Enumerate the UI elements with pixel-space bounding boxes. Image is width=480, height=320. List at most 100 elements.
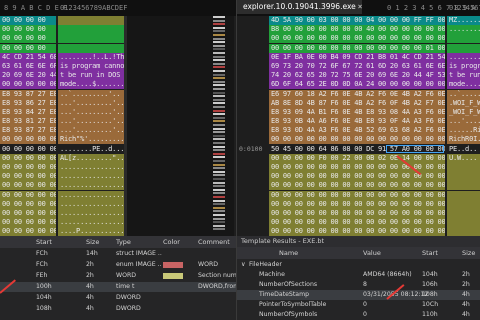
minimap-strip[interactable] bbox=[213, 16, 225, 236]
hex-row[interactable]: E8 93 0D 4A A3 F6 0E 4B 52 69 63 68 A2 F… bbox=[237, 126, 480, 136]
hex-bytes[interactable]: E8 93 87 27 E8 bbox=[0, 126, 56, 136]
hex-bytes[interactable]: 00 00 00 00 00 00 00 00 00 00 00 00 00 0… bbox=[269, 190, 445, 200]
template-row[interactable]: NumberOfSymbols 0 110h 4h bbox=[237, 310, 480, 320]
hex-row[interactable]: 00 00 00 00 00 00 00 00 00 00 00 00 00 0… bbox=[237, 181, 480, 191]
hex-bytes[interactable]: 00 00 00 00 00 bbox=[0, 227, 56, 236]
ascii-text[interactable]: ................ bbox=[58, 190, 124, 200]
hex-row[interactable]: 00 00 00 00 00 00 00 00 00 00 00 00 00 0… bbox=[237, 227, 480, 236]
ascii-text[interactable]: U.W.... bbox=[447, 153, 480, 163]
hex-bytes[interactable]: 74 20 62 65 20 72 75 6E 20 69 6E 20 44 4… bbox=[269, 71, 445, 81]
hex-bytes[interactable]: 00 00 00 00 00 bbox=[0, 135, 56, 145]
hex-bytes[interactable]: 00 00 00 00 00 00 00 00 00 00 00 00 00 0… bbox=[269, 208, 445, 218]
ascii-text[interactable]: ........!..L.!Th bbox=[58, 52, 124, 62]
hex-row[interactable]: 00 00 00 00 00 00 00 00 00 00 00 00 00 0… bbox=[237, 208, 480, 218]
ascii-text[interactable]: ...'.........'.. bbox=[58, 117, 124, 127]
hex-row[interactable]: 00 00 00 00 F0 00 22 00 0B 02 0E 14 00 0… bbox=[237, 153, 480, 163]
hex-bytes[interactable]: 69 73 20 70 72 6F 67 72 61 6D 20 63 61 6… bbox=[269, 61, 445, 71]
hex-bytes[interactable]: 00 00 00 00 bbox=[0, 43, 56, 53]
hex-bytes[interactable]: 00 00 00 00 00 bbox=[0, 190, 56, 200]
col-type[interactable]: Type bbox=[116, 236, 131, 248]
ascii-text[interactable] bbox=[447, 34, 480, 44]
hex-row[interactable]: 6D 6F 64 65 2E 0D 0D 0A 24 00 00 00 00 0… bbox=[237, 80, 480, 90]
ascii-text[interactable]: Rich"%'......... bbox=[58, 135, 124, 145]
hex-row[interactable]: E6 97 60 18 A2 F6 0E 4B A2 F6 0E 4B A2 F… bbox=[237, 89, 480, 99]
right-hex-rows[interactable]: 4D 5A 90 00 03 00 00 00 04 00 00 00 FF F… bbox=[237, 16, 480, 236]
ascii-text[interactable]: .WOI_F_WOI.. bbox=[447, 98, 480, 108]
ascii-text[interactable]: ...'.......'.. bbox=[447, 117, 480, 127]
ascii-text[interactable] bbox=[58, 16, 124, 25]
compare-row[interactable]: 104h 4h DWORD bbox=[0, 293, 236, 303]
col-comment[interactable]: Comment bbox=[198, 236, 230, 248]
hex-bytes[interactable]: 00 00 00 00 00 00 00 00 00 00 00 00 00 0… bbox=[269, 227, 445, 236]
hex-bytes[interactable]: E8 93 09 4A B1 F6 0E 4B E8 93 08 4A A3 F… bbox=[269, 107, 445, 117]
hex-row[interactable]: 00 00 00 00 00 00 00 00 00 00 00 00 00 0… bbox=[237, 135, 480, 145]
ascii-text[interactable]: is program canno bbox=[58, 61, 124, 71]
close-tab-icon[interactable]: × bbox=[355, 2, 365, 12]
hex-bytes[interactable]: 63 61 6E 6E 6F bbox=[0, 61, 56, 71]
hex-bytes[interactable]: 00 00 00 00 00 bbox=[0, 163, 56, 172]
hex-row[interactable]: 0E 1F BA 0E 00 B4 09 CD 21 B8 01 4C CD 2… bbox=[237, 52, 480, 62]
hex-row[interactable]: E8 93 09 4A B1 F6 0E 4B E8 93 08 4A A3 F… bbox=[237, 107, 480, 117]
ascii-text[interactable]: t be run in DOS bbox=[58, 71, 124, 81]
hex-bytes[interactable]: 00 00 00 00 00 00 00 00 00 00 00 00 00 0… bbox=[269, 199, 445, 209]
ascii-text[interactable] bbox=[447, 181, 480, 191]
ascii-text[interactable]: PE..d.. bbox=[447, 144, 480, 154]
hex-bytes[interactable]: E8 93 0D 4A A3 F6 0E 4B 52 69 63 68 A2 F… bbox=[269, 126, 445, 136]
hex-bytes[interactable]: 00 00 00 00 00 bbox=[0, 181, 56, 191]
ascii-text[interactable] bbox=[447, 43, 480, 53]
ascii-text[interactable]: is program canno bbox=[447, 61, 480, 71]
hex-bytes[interactable]: 00 00 00 00 bbox=[0, 16, 56, 25]
hex-bytes[interactable]: 00 00 00 00 00 bbox=[0, 80, 56, 90]
ascii-text[interactable]: ........PE..d... bbox=[58, 144, 124, 154]
ascii-text[interactable]: ................ bbox=[58, 208, 124, 218]
hex-row[interactable]: 69 73 20 70 72 6F 67 72 61 6D 20 63 61 6… bbox=[237, 61, 480, 71]
compare-row[interactable]: 100h 4h time t DWORD,from 01/01/1970 bbox=[0, 282, 236, 292]
expand-caret-icon[interactable]: ∨ bbox=[241, 260, 246, 270]
col-value[interactable]: Value bbox=[363, 247, 381, 259]
hex-row[interactable]: 00 00 00 00 00 00 00 00 00 00 00 00 00 0… bbox=[237, 172, 480, 182]
ascii-text[interactable] bbox=[447, 199, 480, 209]
hex-bytes[interactable]: E8 93 87 27 E8 bbox=[0, 89, 56, 99]
hex-bytes[interactable]: 4C CD 21 54 68 bbox=[0, 52, 56, 62]
ascii-text[interactable]: ........!..L.!Th bbox=[447, 52, 480, 62]
hex-row[interactable]: 00 00 00 00 00 00 00 00 00 00 00 00 00 0… bbox=[237, 190, 480, 200]
ascii-text[interactable]: mode....$....... bbox=[58, 80, 124, 90]
hex-bytes[interactable]: 00 00 00 00 00 bbox=[0, 218, 56, 228]
ascii-text[interactable] bbox=[447, 163, 480, 172]
ascii-text[interactable]: ........@..... bbox=[447, 25, 480, 35]
ascii-text[interactable] bbox=[447, 208, 480, 218]
hex-bytes[interactable]: 20 69 6E 20 44 bbox=[0, 71, 56, 81]
hex-bytes[interactable]: 00 00 00 00 00 bbox=[0, 153, 56, 163]
hex-bytes[interactable]: 00 00 00 00 bbox=[0, 34, 56, 44]
ascii-text[interactable]: AL[z.........".... bbox=[58, 153, 124, 163]
hex-bytes[interactable]: 00 00 00 00 00 00 00 00 00 00 00 00 00 0… bbox=[269, 135, 445, 145]
col-start[interactable]: Start bbox=[422, 247, 438, 259]
hex-bytes[interactable]: 00 00 00 00 00 bbox=[0, 144, 56, 154]
hex-row[interactable]: 00 00 00 00 00 00 00 00 00 00 00 00 00 0… bbox=[237, 34, 480, 44]
ascii-text[interactable]: ................ bbox=[58, 218, 124, 228]
hex-bytes[interactable]: 00 00 00 00 00 bbox=[0, 172, 56, 182]
ascii-text[interactable] bbox=[447, 190, 480, 200]
ascii-text[interactable]: ......Rich.. bbox=[447, 126, 480, 136]
ascii-text[interactable]: ....P........... bbox=[58, 227, 124, 236]
ascii-text[interactable]: ..`.....K...K bbox=[447, 89, 480, 99]
col-name[interactable]: Name bbox=[279, 247, 298, 259]
col-size[interactable]: Size bbox=[86, 236, 99, 248]
hex-row[interactable]: 00 00 00 00 00 00 00 00 00 00 00 00 00 0… bbox=[237, 163, 480, 172]
file-minimap[interactable] bbox=[127, 16, 234, 236]
hex-bytes[interactable]: 00 00 00 00 00 00 00 00 00 00 00 00 00 0… bbox=[269, 34, 445, 44]
right-hex-pane[interactable]: explorer.10.0.19041.3996.exe 0 1 2 3 4 5… bbox=[237, 0, 480, 236]
ascii-text[interactable]: t be run in DOS bbox=[447, 71, 480, 81]
hex-row[interactable]: 00 00 00 00 00 00 00 00 00 00 00 00 00 0… bbox=[237, 218, 480, 228]
ascii-text[interactable]: ..`.........'.. bbox=[58, 89, 124, 99]
ascii-text[interactable]: RichR0I.. bbox=[447, 135, 480, 145]
hex-row[interactable]: B8 00 00 00 00 00 00 00 40 00 00 00 00 0… bbox=[237, 25, 480, 35]
hex-row[interactable]: 74 20 62 65 20 72 75 6E 20 69 6E 20 44 4… bbox=[237, 71, 480, 81]
hex-row[interactable]: 00 00 00 00 00 00 00 00 00 00 00 00 00 0… bbox=[237, 43, 480, 53]
hex-bytes[interactable]: 00 00 00 00 bbox=[0, 25, 56, 35]
hex-bytes[interactable]: 6D 6F 64 65 2E 0D 0D 0A 24 00 00 00 00 0… bbox=[269, 80, 445, 90]
ascii-text[interactable]: mode....$....... bbox=[447, 80, 480, 90]
left-hex-pane[interactable]: 8 9 A B C D E F 0123456789ABCDEF 00 00 0… bbox=[0, 0, 236, 236]
compare-row[interactable]: FCh 2h enum IMAGE ... WORD bbox=[0, 260, 236, 270]
compare-row[interactable]: FCh 14h struct IMAGE ... bbox=[0, 249, 236, 259]
